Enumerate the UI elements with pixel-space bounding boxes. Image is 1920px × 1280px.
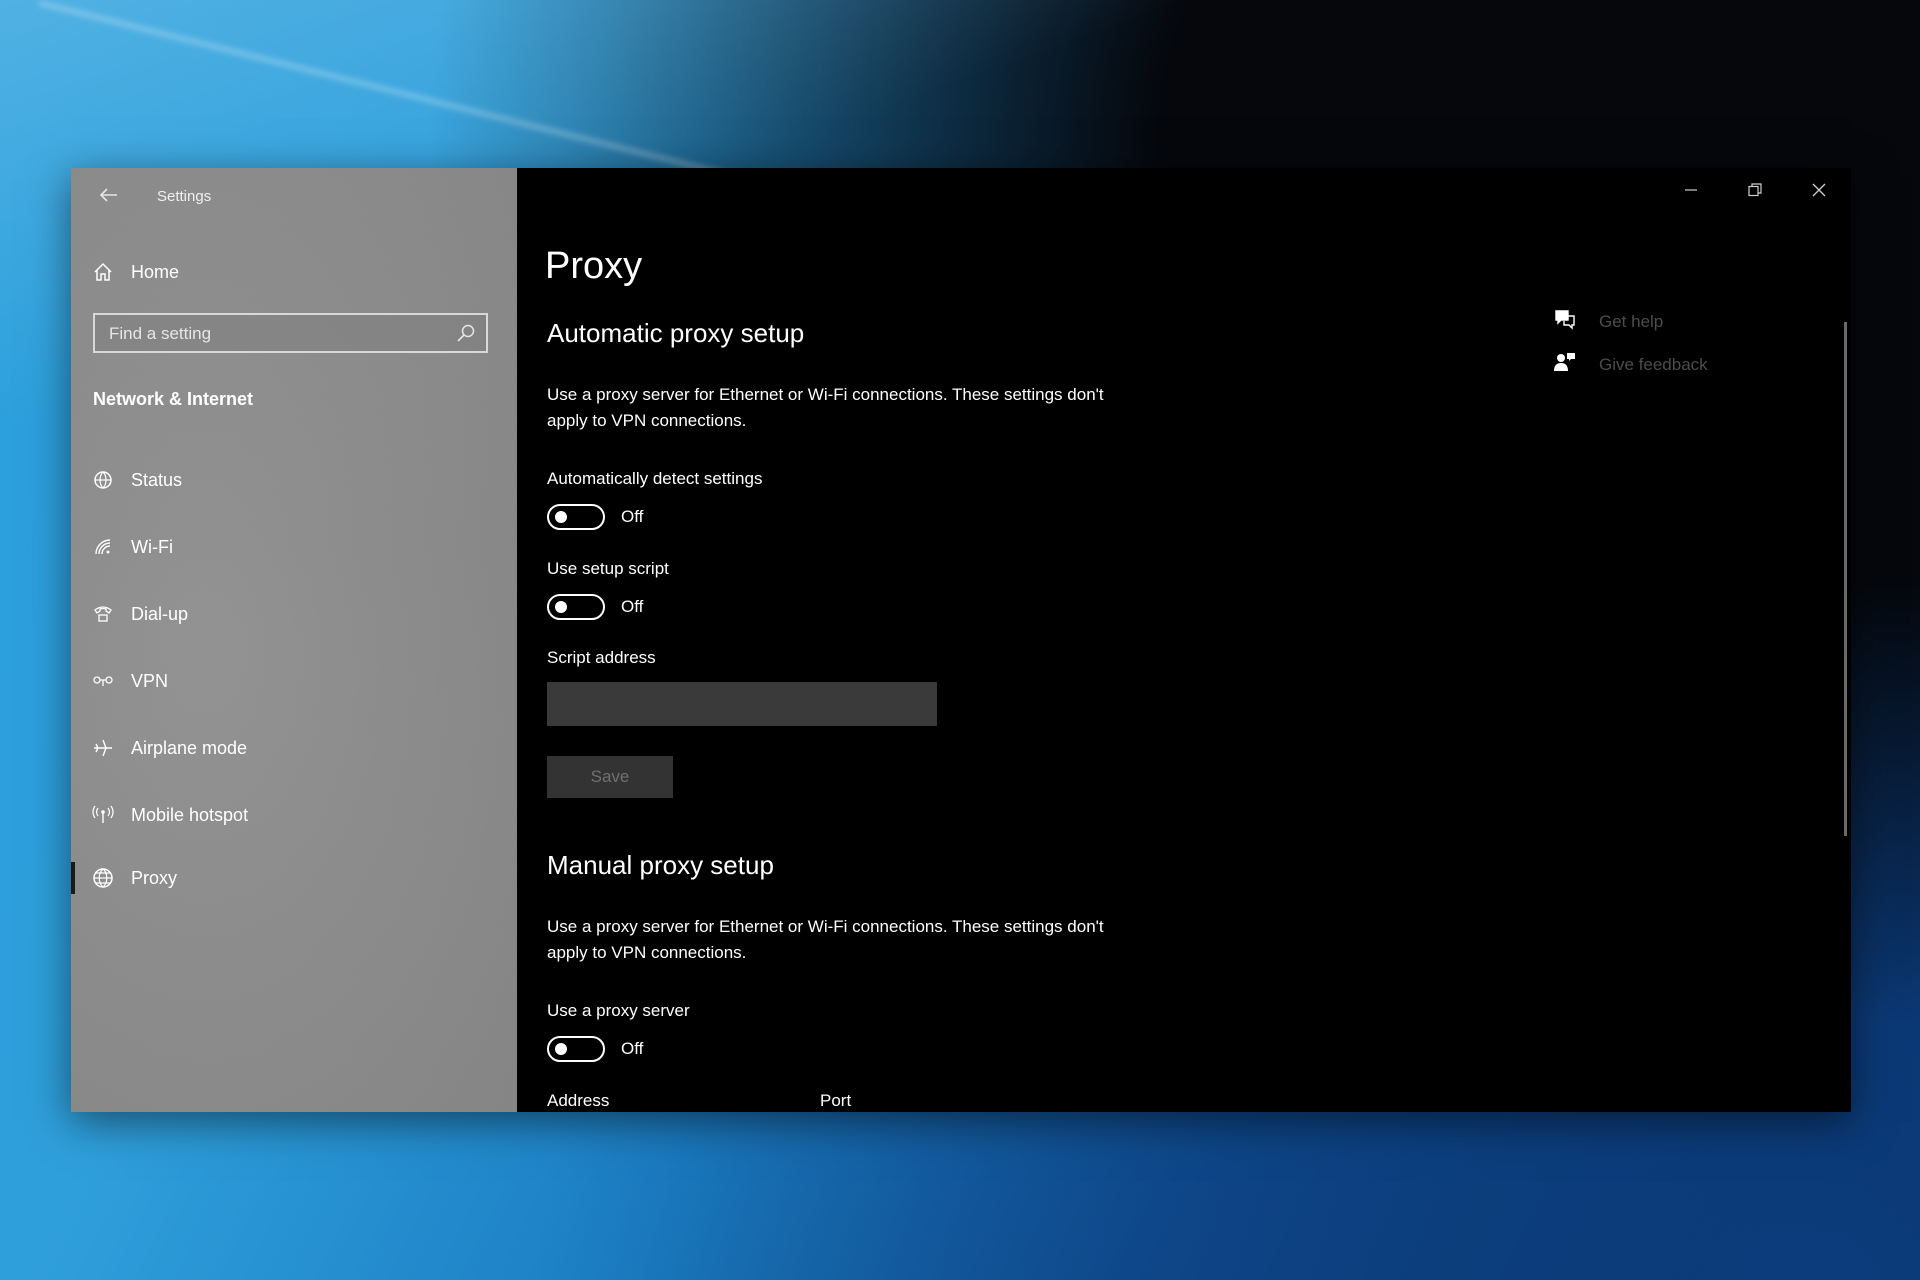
sidebar-item-status[interactable]: Status — [89, 458, 499, 502]
setup-script-label: Use setup script — [547, 559, 669, 578]
get-help-link[interactable]: Get help — [1553, 308, 1663, 335]
use-proxy-toggle-row: Off — [547, 1036, 643, 1062]
globe-icon — [89, 867, 117, 889]
page-title: Proxy — [545, 245, 643, 287]
toggle-knob — [555, 511, 567, 523]
selection-indicator — [71, 862, 75, 894]
close-icon[interactable] — [1787, 168, 1851, 212]
toggle-state: Off — [621, 597, 644, 616]
get-help-icon — [1553, 308, 1577, 335]
automatic-proxy-heading: Automatic proxy setup — [547, 318, 805, 348]
back-arrow-icon[interactable] — [93, 180, 125, 212]
toggle-knob — [555, 601, 567, 613]
feedback-icon — [1553, 351, 1577, 378]
sidebar-item-label: Wi-Fi — [131, 536, 173, 557]
setup-script-toggle-row: Off — [547, 594, 643, 620]
main-content: Proxy Automatic proxy setup Use a proxy … — [517, 168, 1851, 1112]
port-label: Port — [820, 1091, 852, 1110]
home-icon — [89, 262, 117, 282]
sidebar-item-label: Proxy — [131, 867, 178, 888]
sidebar-item-proxy[interactable]: Proxy — [89, 856, 499, 900]
vpn-icon — [89, 671, 117, 691]
address-label: Address — [547, 1091, 610, 1110]
sidebar-item-home[interactable]: Home — [89, 250, 499, 294]
restore-icon[interactable] — [1723, 168, 1787, 212]
manual-proxy-heading: Manual proxy setup — [547, 850, 774, 880]
script-address-label: Script address — [547, 648, 656, 667]
give-feedback-label: Give feedback — [1599, 354, 1708, 374]
sidebar-item-label: Dial-up — [131, 603, 189, 624]
toggle-state: Off — [621, 507, 644, 526]
search-box[interactable] — [93, 313, 488, 353]
sidebar-item-label: Status — [131, 469, 183, 490]
search-icon[interactable] — [456, 323, 476, 343]
give-feedback-link[interactable]: Give feedback — [1553, 351, 1708, 378]
sidebar: Settings Home Network & Internet Status — [71, 168, 517, 1112]
sidebar-item-label: Home — [131, 261, 180, 282]
search-input[interactable] — [95, 315, 451, 353]
get-help-label: Get help — [1599, 311, 1664, 331]
sidebar-item-dialup[interactable]: Dial-up — [89, 592, 499, 636]
sidebar-item-label: Mobile hotspot — [131, 804, 249, 825]
hotspot-icon — [89, 805, 117, 825]
section-title: Network & Internet — [93, 389, 254, 409]
save-button[interactable]: Save — [547, 756, 673, 798]
auto-detect-toggle-row: Off — [547, 504, 643, 530]
use-proxy-toggle[interactable] — [547, 1036, 605, 1062]
settings-window: Settings Home Network & Internet Status — [71, 168, 1851, 1112]
toggle-knob — [555, 1043, 567, 1055]
sidebar-item-vpn[interactable]: VPN — [89, 659, 499, 703]
minimize-icon[interactable] — [1659, 168, 1723, 212]
sidebar-item-airplane-mode[interactable]: Airplane mode — [89, 726, 499, 770]
sidebar-item-mobile-hotspot[interactable]: Mobile hotspot — [89, 793, 499, 837]
sidebar-item-wifi[interactable]: Wi-Fi — [89, 525, 499, 569]
airplane-icon — [89, 738, 117, 758]
wifi-icon — [89, 537, 117, 557]
use-proxy-label: Use a proxy server — [547, 1001, 690, 1020]
dialup-phone-icon — [89, 604, 117, 624]
status-globe-icon — [89, 470, 117, 490]
script-address-input[interactable] — [547, 682, 937, 726]
sidebar-item-label: Airplane mode — [131, 737, 248, 758]
manual-proxy-description: Use a proxy server for Ethernet or Wi-Fi… — [547, 917, 1104, 962]
toggle-state: Off — [621, 1039, 644, 1058]
auto-detect-label: Automatically detect settings — [547, 469, 763, 488]
auto-detect-toggle[interactable] — [547, 504, 605, 530]
automatic-proxy-description: Use a proxy server for Ethernet or Wi-Fi… — [547, 385, 1104, 430]
setup-script-toggle[interactable] — [547, 594, 605, 620]
scrollbar[interactable] — [1844, 322, 1847, 836]
window-title: Settings — [157, 188, 212, 205]
window-controls — [1659, 168, 1851, 216]
sidebar-item-label: VPN — [131, 670, 169, 691]
